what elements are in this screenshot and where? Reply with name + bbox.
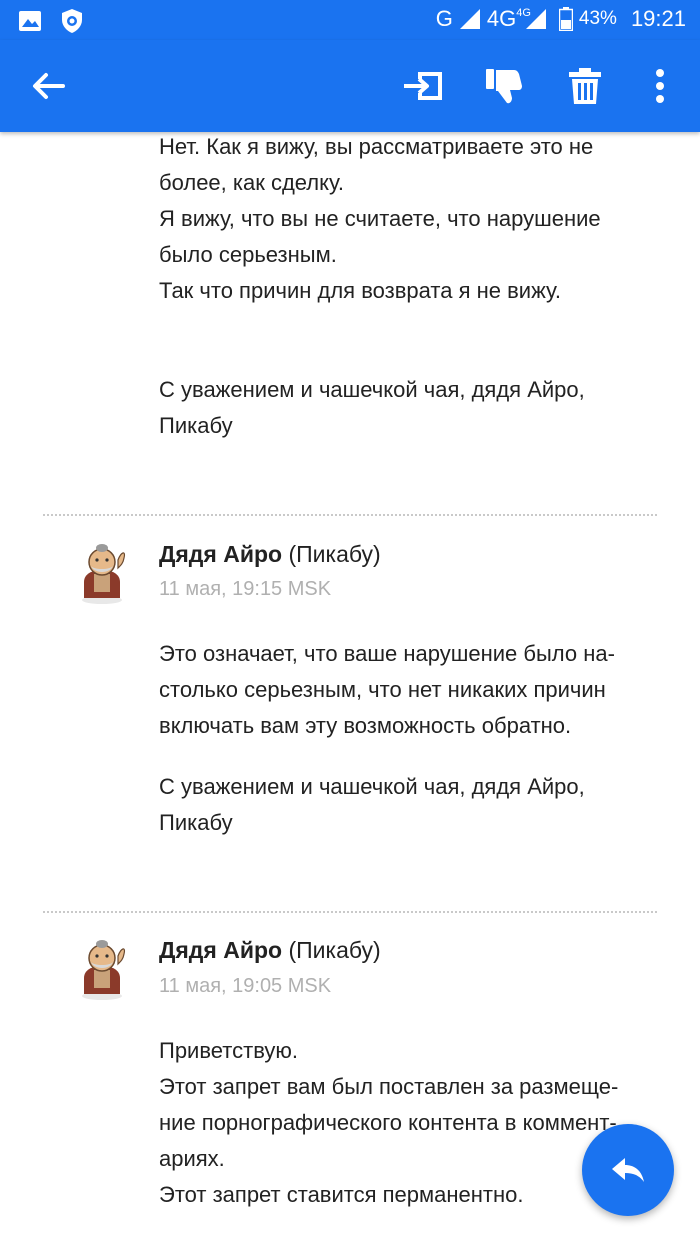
- clock-time: 19:21: [630, 6, 686, 31]
- reply-fab-button[interactable]: [582, 1124, 674, 1216]
- message-line: более, как сделку.: [159, 170, 344, 195]
- signature-line: Пикабу: [159, 413, 233, 438]
- trash-icon: [569, 68, 601, 104]
- message-line: Так что причин для возврата я не вижу.: [159, 278, 561, 303]
- back-arrow-icon: [33, 73, 65, 99]
- message-line: столько серьезным, что нет никаких причи…: [159, 677, 606, 702]
- message-line: ние порнографического контента в коммент…: [159, 1110, 617, 1135]
- delete-button[interactable]: [563, 64, 607, 108]
- signal-strength-icon: [459, 9, 480, 29]
- message-body: Это означает, что ваше нарушение было на…: [159, 636, 659, 744]
- gallery-notification-icon: [19, 11, 41, 31]
- status-bar: G 4G 4G 43% 19:21: [0, 0, 700, 40]
- back-button[interactable]: [26, 64, 70, 108]
- signature-line: Пикабу: [159, 810, 233, 835]
- message-line: Я вижу, что вы не считаете, что нарушени…: [159, 206, 601, 231]
- message-divider: [43, 514, 657, 516]
- signal-strength-icon-2: [525, 9, 546, 29]
- battery-percent: 43%: [578, 8, 617, 29]
- author-suffix: (Пикабу): [282, 541, 381, 567]
- network-type-g: G: [435, 6, 453, 31]
- more-vert-icon: [656, 69, 664, 103]
- move-to-icon: [404, 72, 442, 100]
- message-line: Это означает, что ваше нарушение было на…: [159, 641, 615, 666]
- message-line: Этот запрет вам был поставлен за размеще…: [159, 1074, 619, 1099]
- move-to-button[interactable]: [402, 64, 446, 108]
- signature-line: С уважением и чашечкой чая, дядя Айро,: [159, 377, 585, 402]
- avatar: [82, 940, 126, 1000]
- message-line: было серьезным.: [159, 242, 337, 267]
- message-date: 11 мая, 19:05 MSK: [159, 975, 332, 997]
- message-line: включать вам эту возможность обратно.: [159, 713, 572, 738]
- battery-icon: [558, 7, 573, 31]
- message-line: Нет. Как я вижу, вы рассматриваете это н…: [159, 134, 594, 159]
- message-date: 11 мая, 19:15 MSK: [159, 578, 332, 600]
- author-name: Дядя Айро: [159, 937, 283, 963]
- avatar: [82, 544, 126, 604]
- more-options-button[interactable]: [638, 64, 682, 108]
- message-line: Приветствую.: [159, 1038, 299, 1063]
- shield-bug-notification-icon: [62, 9, 82, 33]
- app-bar: [0, 40, 700, 132]
- message-author: Дядя Айро (Пикабу): [159, 937, 381, 964]
- network-type-4g: 4G: [486, 6, 517, 31]
- message-author: Дядя Айро (Пикабу): [159, 541, 381, 568]
- author-name: Дядя Айро: [159, 541, 283, 567]
- message-body: Нет. Как я вижу, вы рассматриваете это н…: [159, 129, 659, 309]
- message-signature: С уважением и чашечкой чая, дядя Айро, П…: [159, 769, 659, 841]
- thumbs-down-icon: [486, 69, 522, 104]
- spam-dislike-button[interactable]: [482, 64, 526, 108]
- signature-line: С уважением и чашечкой чая, дядя Айро,: [159, 774, 585, 799]
- message-divider: [43, 911, 657, 913]
- author-suffix: (Пикабу): [282, 937, 381, 963]
- message-signature: С уважением и чашечкой чая, дядя Айро, П…: [159, 372, 659, 444]
- reply-icon: [612, 1158, 644, 1182]
